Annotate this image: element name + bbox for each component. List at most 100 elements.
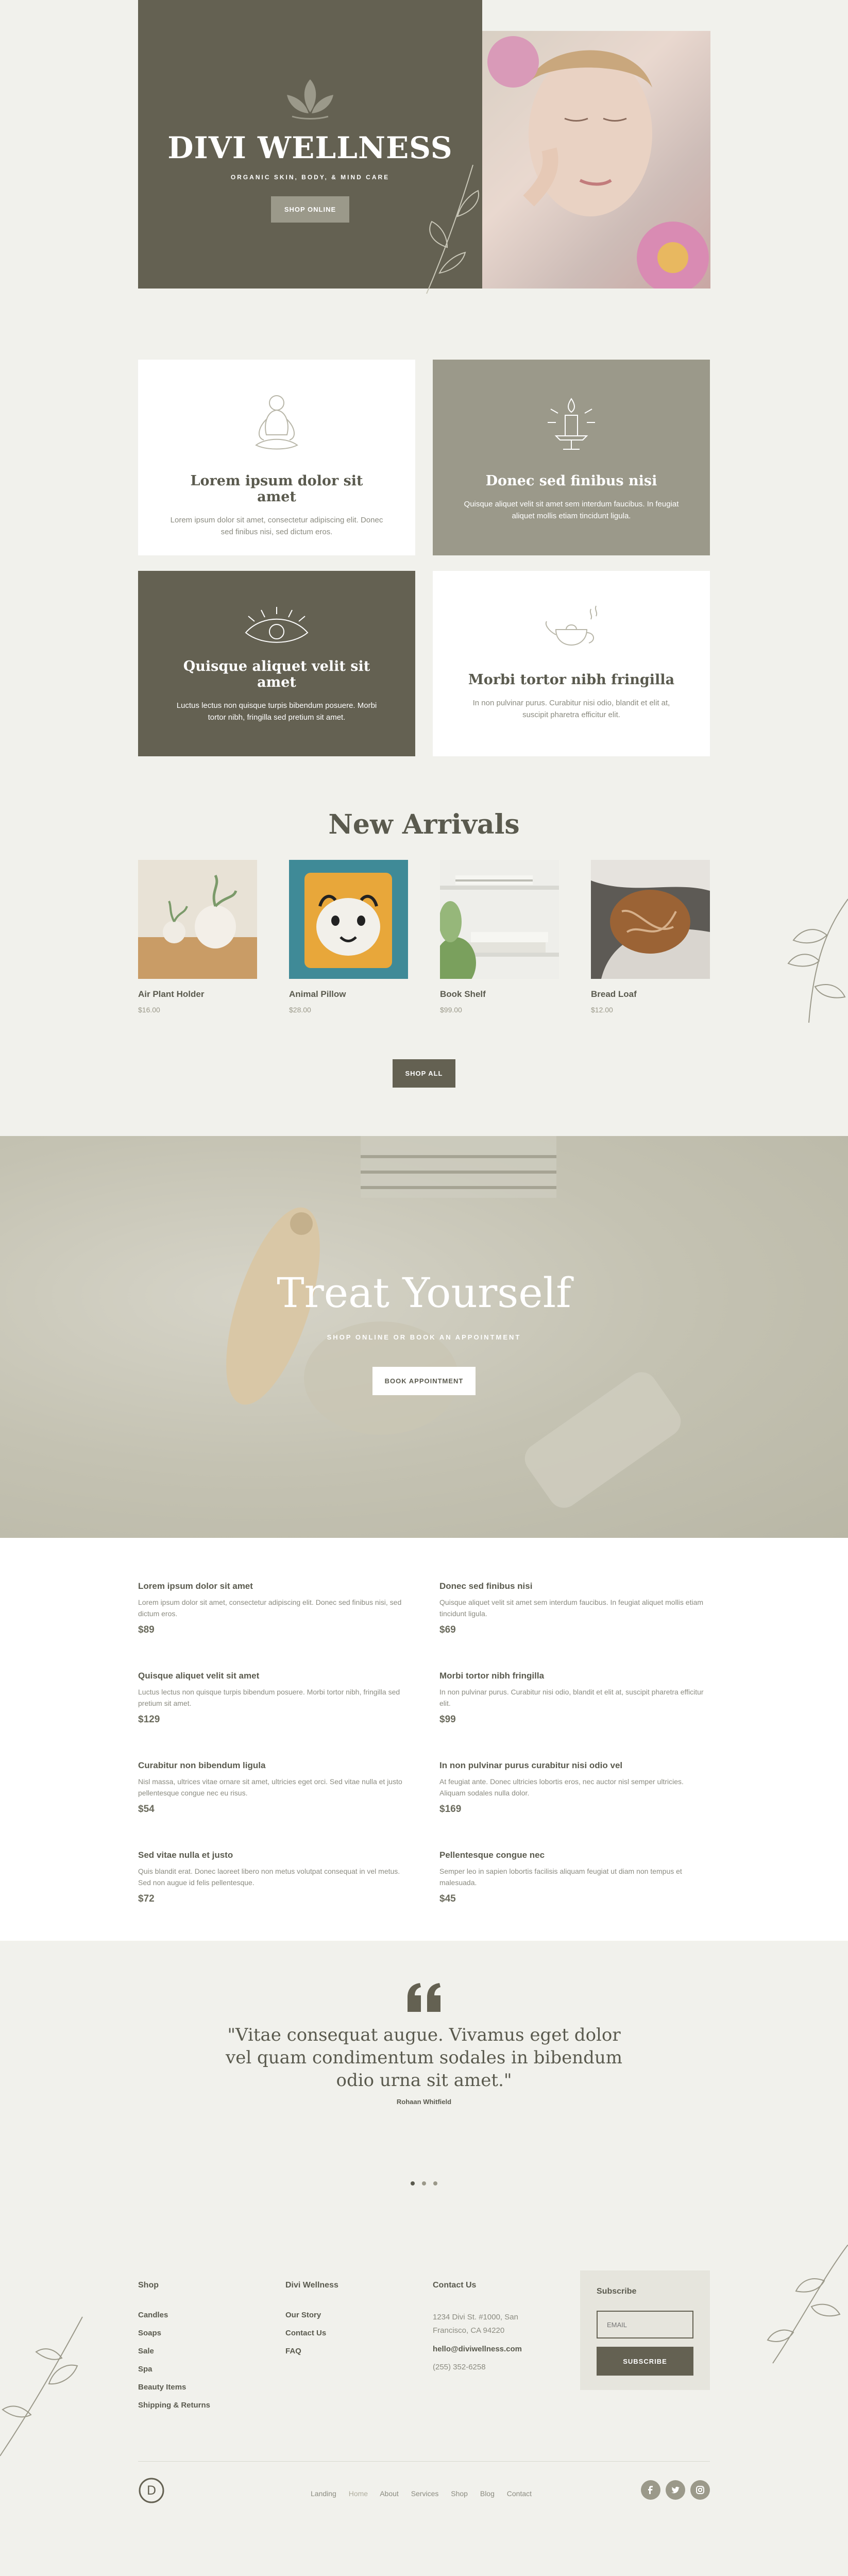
footer-link-contact-us[interactable]: Contact Us bbox=[285, 2329, 338, 2337]
new-arrivals-section: New Arrivals Air Plant Holder $16.00 Ani… bbox=[0, 804, 848, 1136]
teapot-icon bbox=[546, 605, 598, 646]
subscribe-button[interactable]: SUBSCRIBE bbox=[597, 2347, 693, 2376]
product-name[interactable]: Bread Loaf bbox=[591, 989, 710, 999]
footer-divi-column: Divi Wellness Our Story Contact Us FAQ bbox=[285, 2281, 338, 2365]
instagram-icon[interactable] bbox=[690, 2480, 710, 2500]
candle-icon bbox=[548, 398, 595, 450]
footer-nav-landing[interactable]: Landing bbox=[311, 2489, 336, 2498]
leaf-branch-icon bbox=[426, 164, 479, 294]
lotus-icon bbox=[138, 76, 482, 122]
feature-text: Quisque aliquet velit sit amet sem inter… bbox=[464, 500, 679, 520]
service-description: Nisl massa, ultrices vitae ornare sit am… bbox=[138, 1777, 402, 1797]
footer-nav-shop[interactable]: Shop bbox=[451, 2489, 468, 2498]
treat-yourself-banner: Treat Yourself SHOP ONLINE OR BOOK AN AP… bbox=[0, 1136, 848, 1538]
banner-subtitle: SHOP ONLINE OR BOOK AN APPOINTMENT bbox=[327, 1333, 521, 1341]
product-card[interactable]: Book Shelf $99.00 bbox=[435, 860, 559, 1014]
feature-card: Morbi tortor nibh fringilla In non pulvi… bbox=[433, 571, 710, 756]
footer-heading: Shop bbox=[138, 2281, 159, 2290]
footer-nav-about[interactable]: About bbox=[380, 2489, 399, 2498]
service-item: Sed vitae nulla et justo Quis blandit er… bbox=[138, 1850, 409, 1905]
footer-link-soaps[interactable]: Soaps bbox=[138, 2329, 210, 2337]
product-price: $12.00 bbox=[591, 1006, 613, 1014]
footer-link-spa[interactable]: Spa bbox=[138, 2365, 210, 2374]
facebook-icon[interactable] bbox=[641, 2480, 660, 2500]
footer-link-faq[interactable]: FAQ bbox=[285, 2347, 338, 2355]
product-name[interactable]: Air Plant Holder bbox=[138, 989, 257, 999]
footer-nav-contact[interactable]: Contact bbox=[507, 2489, 532, 2498]
service-price: $45 bbox=[439, 1893, 456, 1904]
footer-heading: Contact Us bbox=[433, 2281, 477, 2290]
product-price: $99.00 bbox=[440, 1006, 462, 1014]
book-appointment-button[interactable]: BOOK APPOINTMENT bbox=[372, 1367, 476, 1395]
product-card[interactable]: Bread Loaf $12.00 bbox=[591, 860, 710, 1014]
service-item: Curabitur non bibendum ligula Nisl massa… bbox=[138, 1760, 409, 1815]
divi-logo-icon[interactable]: D bbox=[138, 2477, 165, 2506]
product-image[interactable] bbox=[138, 860, 257, 979]
product-image[interactable] bbox=[289, 860, 408, 979]
services-price-list: Lorem ipsum dolor sit amet Lorem ipsum d… bbox=[0, 1538, 848, 1941]
feature-title: Morbi tortor nibh fringilla bbox=[468, 672, 675, 688]
service-title: Donec sed finibus nisi bbox=[439, 1581, 533, 1591]
footer-phone: (255) 352-6258 bbox=[433, 2363, 486, 2371]
feature-title: Lorem ipsum dolor sit amet bbox=[190, 473, 363, 505]
service-description: Quis blandit erat. Donec laoreet libero … bbox=[138, 1867, 400, 1887]
footer-nav-services[interactable]: Services bbox=[411, 2489, 439, 2498]
footer-link-shipping-returns[interactable]: Shipping & Returns bbox=[138, 2401, 210, 2410]
service-price: $89 bbox=[138, 1624, 155, 1635]
product-name[interactable]: Book Shelf bbox=[440, 989, 559, 999]
footer-nav-blog[interactable]: Blog bbox=[480, 2489, 495, 2498]
shop-online-button[interactable]: SHOP ONLINE bbox=[270, 196, 350, 223]
service-item: Pellentesque congue nec Semper leo in sa… bbox=[439, 1850, 710, 1905]
product-image[interactable] bbox=[435, 860, 559, 989]
slider-dot[interactable] bbox=[433, 2181, 438, 2185]
product-image[interactable] bbox=[591, 860, 710, 979]
testimonial-section: "Vitae consequat augue. Vivamus eget dol… bbox=[0, 1941, 848, 2240]
feature-card: Lorem ipsum dolor sit amet Lorem ipsum d… bbox=[138, 360, 415, 555]
email-field[interactable] bbox=[597, 2311, 693, 2338]
service-item: In non pulvinar purus curabitur nisi odi… bbox=[439, 1760, 710, 1815]
service-item: Quisque aliquet velit sit amet Luctus le… bbox=[138, 1671, 409, 1725]
product-price: $28.00 bbox=[289, 1006, 311, 1014]
service-title: Curabitur non bibendum ligula bbox=[138, 1760, 266, 1770]
footer-email[interactable]: hello@diviwellness.com bbox=[433, 2345, 546, 2353]
eye-icon bbox=[245, 607, 309, 643]
footer-link-candles[interactable]: Candles bbox=[138, 2311, 210, 2319]
footer-nav-home[interactable]: Home bbox=[349, 2489, 368, 2498]
product-name[interactable]: Animal Pillow bbox=[289, 989, 408, 999]
section-heading: New Arrivals bbox=[328, 809, 520, 840]
feature-title: Donec sed finibus nisi bbox=[485, 473, 657, 489]
hero-photo-woman bbox=[482, 31, 710, 289]
meditation-icon bbox=[255, 395, 298, 450]
service-price: $69 bbox=[439, 1624, 456, 1635]
footer-link-beauty-items[interactable]: Beauty Items bbox=[138, 2383, 210, 2392]
slider-dot[interactable] bbox=[422, 2181, 426, 2185]
product-card[interactable]: Animal Pillow $28.00 bbox=[289, 860, 408, 1014]
service-item: Lorem ipsum dolor sit amet Lorem ipsum d… bbox=[138, 1581, 409, 1636]
service-description: Quisque aliquet velit sit amet sem inter… bbox=[439, 1598, 704, 1618]
shop-all-button[interactable]: SHOP ALL bbox=[393, 1059, 455, 1088]
footer-link-our-story[interactable]: Our Story bbox=[285, 2311, 338, 2319]
feature-card: Quisque aliquet velit sit amet Luctus le… bbox=[138, 571, 415, 756]
product-card[interactable]: Air Plant Holder $16.00 bbox=[138, 860, 257, 1014]
feature-text: In non pulvinar purus. Curabitur nisi od… bbox=[472, 699, 670, 719]
hero-panel: DIVI WELLNESS ORGANIC SKIN, BODY, & MIND… bbox=[138, 0, 482, 294]
footer-shop-column: Shop Candles Soaps Sale Spa Beauty Items… bbox=[138, 2281, 210, 2419]
feature-text: Luctus lectus non quisque turpis bibendu… bbox=[176, 701, 377, 722]
service-description: Luctus lectus non quisque turpis bibendu… bbox=[138, 1688, 400, 1707]
twitter-icon[interactable] bbox=[666, 2480, 685, 2500]
subscribe-box: Subscribe SUBSCRIBE bbox=[580, 2270, 710, 2390]
service-title: Morbi tortor nibh fringilla bbox=[439, 1671, 545, 1681]
footer-link-sale[interactable]: Sale bbox=[138, 2347, 210, 2355]
service-item: Morbi tortor nibh fringilla In non pulvi… bbox=[439, 1671, 710, 1725]
service-description: At feugiat ante. Donec ultricies loborti… bbox=[439, 1777, 684, 1797]
banner-title: Treat Yourself bbox=[277, 1269, 571, 1317]
feature-text: Lorem ipsum dolor sit amet, consectetur … bbox=[170, 516, 383, 536]
feature-title: Quisque aliquet velit sit amet bbox=[183, 658, 370, 690]
quote-icon bbox=[0, 1941, 848, 2015]
footer-bottom-bar: D Landing Home About Services Shop Blog … bbox=[138, 2461, 710, 2513]
footer-contact-column: Contact Us 1234 Divi St. #1000, San Fran… bbox=[433, 2281, 546, 2371]
service-title: Lorem ipsum dolor sit amet bbox=[138, 1581, 253, 1591]
footer-address: 1234 Divi St. #1000, San Francisco, CA 9… bbox=[433, 2313, 518, 2335]
slider-dot[interactable] bbox=[410, 2181, 415, 2185]
footer-nav: Landing Home About Services Shop Blog Co… bbox=[311, 2489, 542, 2498]
